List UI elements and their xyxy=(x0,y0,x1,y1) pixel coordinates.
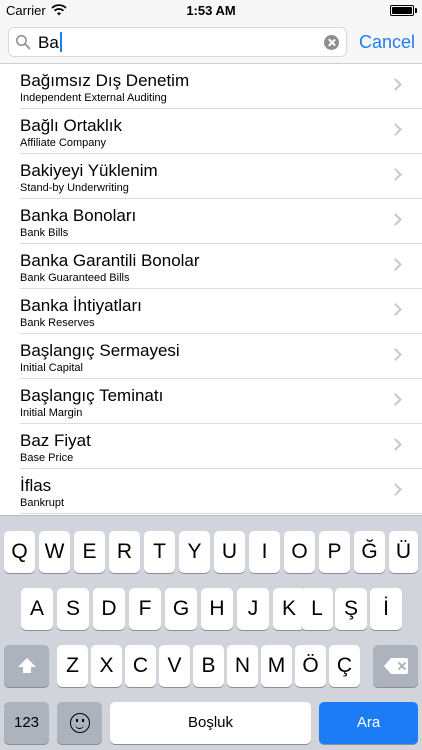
list-item[interactable]: Baz Fiyat Base Price xyxy=(0,424,422,469)
item-subtitle: Stand-by Underwriting xyxy=(20,182,129,194)
emoji-key[interactable] xyxy=(57,702,102,744)
shift-icon xyxy=(17,658,36,674)
key-q[interactable]: Q xyxy=(4,531,35,573)
key-h[interactable]: H xyxy=(201,588,233,630)
search-query-text: Ba xyxy=(38,32,62,54)
chevron-right-icon xyxy=(389,348,402,361)
list-item[interactable]: Bağlı Ortaklık Affiliate Company xyxy=(0,109,422,154)
item-subtitle: Bankrupt xyxy=(20,497,65,509)
item-subtitle: Independent External Auditing xyxy=(20,92,167,104)
key-o-umlaut[interactable]: Ö xyxy=(295,645,326,687)
chevron-right-icon xyxy=(389,303,402,316)
item-subtitle: Bank Guaranteed Bills xyxy=(20,272,130,284)
backspace-icon xyxy=(383,658,408,674)
list-item[interactable]: Bakiyeyi Yüklenim Stand-by Underwriting xyxy=(0,154,422,199)
key-t[interactable]: T xyxy=(144,531,175,573)
chevron-right-icon xyxy=(389,168,402,181)
battery-tip xyxy=(415,8,417,13)
chevron-right-icon xyxy=(389,438,402,451)
list-item[interactable]: İflas Bankrupt xyxy=(0,469,422,514)
list-item[interactable]: Başlangıç Teminatı Initial Margin xyxy=(0,379,422,424)
item-title: Bağımsız Dış Denetim xyxy=(20,71,190,90)
key-y[interactable]: Y xyxy=(179,531,210,573)
key-m[interactable]: M xyxy=(261,645,292,687)
item-subtitle: Bank Reserves xyxy=(20,317,95,329)
search-icon xyxy=(16,35,31,50)
item-subtitle: Bank Bills xyxy=(20,227,69,239)
item-title: Bağlı Ortaklık xyxy=(20,116,123,135)
item-subtitle: Base Price xyxy=(20,452,74,464)
list-item[interactable]: Başlangıç Sermayesi Initial Capital xyxy=(0,334,422,379)
key-d[interactable]: D xyxy=(93,588,125,630)
keyboard: Q W E R T Y U I O P Ğ Ü A S D F G H J K … xyxy=(0,515,422,750)
numbers-key[interactable]: 123 xyxy=(4,702,49,744)
status-bar: Carrier 1:53 AM xyxy=(0,0,422,22)
search-input[interactable]: Ba xyxy=(8,27,347,57)
key-w[interactable]: W xyxy=(39,531,70,573)
key-e[interactable]: E xyxy=(74,531,105,573)
list-item[interactable]: Banka Bonoları Bank Bills xyxy=(0,199,422,244)
chevron-right-icon xyxy=(389,483,402,496)
key-o[interactable]: O xyxy=(284,531,315,573)
key-r[interactable]: R xyxy=(109,531,140,573)
search-return-key[interactable]: Ara xyxy=(319,702,418,744)
item-title: Bakiyeyi Yüklenim xyxy=(20,161,158,180)
item-title: İflas xyxy=(20,476,52,495)
item-title: Banka Garantili Bonolar xyxy=(20,251,200,270)
item-subtitle: Initial Capital xyxy=(20,362,83,374)
text-caret xyxy=(59,32,62,52)
emoji-icon xyxy=(69,713,90,733)
key-u-umlaut[interactable]: Ü xyxy=(389,531,418,573)
results-list: Bağımsız Dış Denetim Independent Externa… xyxy=(0,64,422,515)
clear-icon[interactable] xyxy=(324,35,339,50)
key-s-cedilla[interactable]: Ş xyxy=(335,588,367,630)
search-query: Ba xyxy=(38,33,59,52)
key-l[interactable]: L xyxy=(301,588,333,630)
item-title: Baz Fiyat xyxy=(20,431,91,450)
item-subtitle: Affiliate Company xyxy=(20,137,107,149)
key-i[interactable]: I xyxy=(249,531,280,573)
list-item[interactable]: Banka Garantili Bonolar Bank Guaranteed … xyxy=(0,244,422,289)
key-f[interactable]: F xyxy=(129,588,161,630)
chevron-right-icon xyxy=(389,213,402,226)
chevron-right-icon xyxy=(389,123,402,136)
key-x[interactable]: X xyxy=(91,645,122,687)
key-n[interactable]: N xyxy=(227,645,258,687)
item-subtitle: Initial Margin xyxy=(20,407,83,419)
key-p[interactable]: P xyxy=(319,531,350,573)
key-s[interactable]: S xyxy=(57,588,89,630)
key-c[interactable]: C xyxy=(125,645,156,687)
cancel-button[interactable]: Cancel xyxy=(359,32,415,53)
key-j[interactable]: J xyxy=(237,588,269,630)
item-title: Banka İhtiyatları xyxy=(20,296,142,315)
list-item[interactable]: Bağımsız Dış Denetim Independent Externa… xyxy=(0,64,422,109)
key-v[interactable]: V xyxy=(159,645,190,687)
key-c-cedilla[interactable]: Ç xyxy=(329,645,360,687)
key-g-breve[interactable]: Ğ xyxy=(354,531,385,573)
battery-icon xyxy=(390,5,414,16)
key-b[interactable]: B xyxy=(193,645,224,687)
shift-key[interactable] xyxy=(4,645,49,687)
search-bar: Ba Cancel xyxy=(0,22,422,64)
key-i-dot[interactable]: İ xyxy=(370,588,402,630)
key-g[interactable]: G xyxy=(165,588,197,630)
chevron-right-icon xyxy=(389,78,402,91)
item-title: Başlangıç Teminatı xyxy=(20,386,164,405)
key-u[interactable]: U xyxy=(214,531,245,573)
item-title: Başlangıç Sermayesi xyxy=(20,341,180,360)
status-time: 1:53 AM xyxy=(186,3,236,18)
chevron-right-icon xyxy=(389,258,402,271)
backspace-key[interactable] xyxy=(373,645,418,687)
key-z[interactable]: Z xyxy=(57,645,88,687)
space-key[interactable]: Boşluk xyxy=(110,702,311,744)
list-item[interactable]: Banka İhtiyatları Bank Reserves xyxy=(0,289,422,334)
chevron-right-icon xyxy=(389,393,402,406)
item-title: Banka Bonoları xyxy=(20,206,137,225)
key-a[interactable]: A xyxy=(21,588,53,630)
